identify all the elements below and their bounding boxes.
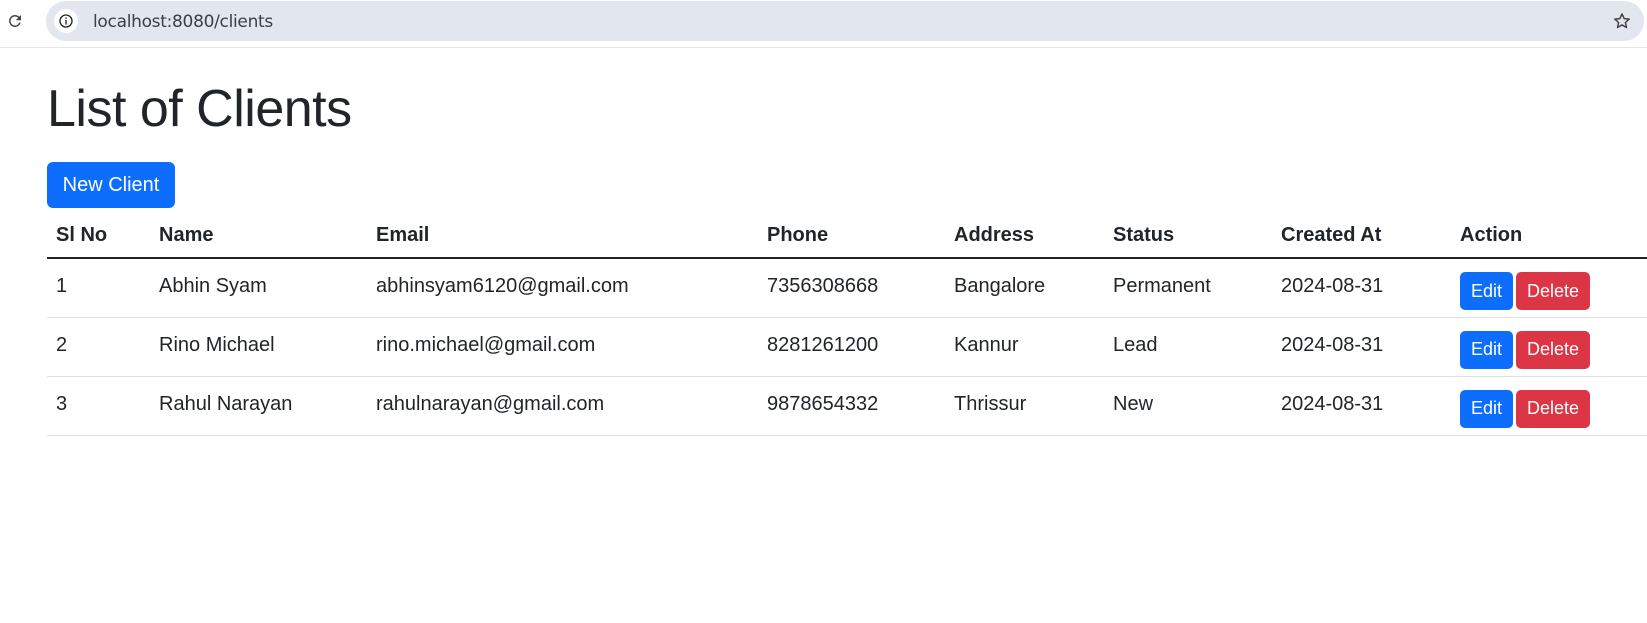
cell-created-at: 2024-08-31 bbox=[1272, 317, 1451, 377]
address-bar[interactable]: localhost:8080/clients bbox=[46, 1, 1644, 41]
cell-email: rino.michael@gmail.com bbox=[367, 317, 758, 377]
page-title: List of Clients bbox=[47, 80, 352, 138]
cell-status: New bbox=[1104, 376, 1272, 436]
delete-button[interactable]: Delete bbox=[1516, 389, 1591, 428]
header-status: Status bbox=[1104, 214, 1272, 259]
edit-button[interactable]: Edit bbox=[1460, 272, 1514, 310]
cell-email: rahulnarayan@gmail.com bbox=[367, 376, 758, 436]
cell-status: Permanent bbox=[1104, 258, 1272, 318]
cell-sl-no: 2 bbox=[47, 317, 150, 377]
clients-table: Sl No Name Email Phone Address Status Cr… bbox=[47, 214, 1647, 436]
cell-actions: Edit Delete bbox=[1451, 376, 1647, 436]
cell-address: Kannur bbox=[945, 317, 1104, 377]
table-header-row: Sl No Name Email Phone Address Status Cr… bbox=[47, 214, 1647, 259]
browser-toolbar: localhost:8080/clients bbox=[0, 0, 1647, 48]
cell-name: Rino Michael bbox=[150, 317, 367, 377]
table-row: 1 Abhin Syam abhinsyam6120@gmail.com 735… bbox=[47, 258, 1647, 318]
bookmark-star-icon[interactable] bbox=[1610, 9, 1634, 33]
new-client-button[interactable]: New Client bbox=[47, 162, 175, 208]
cell-created-at: 2024-08-31 bbox=[1272, 258, 1451, 318]
header-email: Email bbox=[367, 214, 758, 259]
cell-actions: Edit Delete bbox=[1451, 258, 1647, 318]
delete-button[interactable]: Delete bbox=[1516, 272, 1591, 310]
header-action: Action bbox=[1451, 214, 1647, 259]
cell-sl-no: 3 bbox=[47, 376, 150, 436]
cell-name: Rahul Narayan bbox=[150, 376, 367, 436]
cell-status: Lead bbox=[1104, 317, 1272, 377]
header-address: Address bbox=[945, 214, 1104, 259]
header-name: Name bbox=[150, 214, 367, 259]
cell-address: Thrissur bbox=[945, 376, 1104, 436]
delete-button[interactable]: Delete bbox=[1516, 330, 1591, 369]
cell-email: abhinsyam6120@gmail.com bbox=[367, 258, 758, 318]
cell-sl-no: 1 bbox=[47, 258, 150, 318]
cell-address: Bangalore bbox=[945, 258, 1104, 318]
table-row: 3 Rahul Narayan rahulnarayan@gmail.com 9… bbox=[47, 376, 1647, 436]
site-info-icon[interactable] bbox=[54, 9, 78, 33]
cell-phone: 9878654332 bbox=[758, 376, 945, 436]
edit-button[interactable]: Edit bbox=[1460, 330, 1514, 369]
cell-name: Abhin Syam bbox=[150, 258, 367, 318]
cell-phone: 8281261200 bbox=[758, 317, 945, 377]
reload-icon[interactable] bbox=[4, 10, 26, 32]
header-sl-no: Sl No bbox=[47, 214, 150, 259]
header-phone: Phone bbox=[758, 214, 945, 259]
edit-button[interactable]: Edit bbox=[1460, 389, 1514, 428]
cell-phone: 7356308668 bbox=[758, 258, 945, 318]
url-text[interactable]: localhost:8080/clients bbox=[93, 12, 273, 32]
cell-actions: Edit Delete bbox=[1451, 317, 1647, 377]
table-row: 2 Rino Michael rino.michael@gmail.com 82… bbox=[47, 317, 1647, 377]
header-created-at: Created At bbox=[1272, 214, 1451, 259]
cell-created-at: 2024-08-31 bbox=[1272, 376, 1451, 436]
